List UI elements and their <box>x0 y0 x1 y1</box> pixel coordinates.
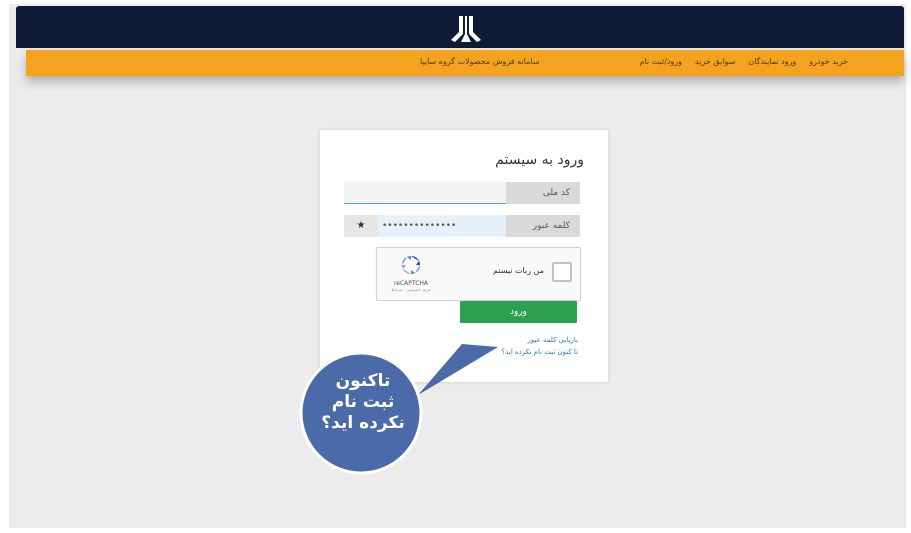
callout-line-2: ثبت نام <box>331 392 395 412</box>
callout-line-1: تاکنون <box>335 371 391 391</box>
callout-bubble <box>299 344 498 475</box>
callout-line-3: نکرده اید؟ <box>321 413 405 433</box>
callout-text: تاکنون ثبت نام نکرده اید؟ <box>298 371 428 434</box>
